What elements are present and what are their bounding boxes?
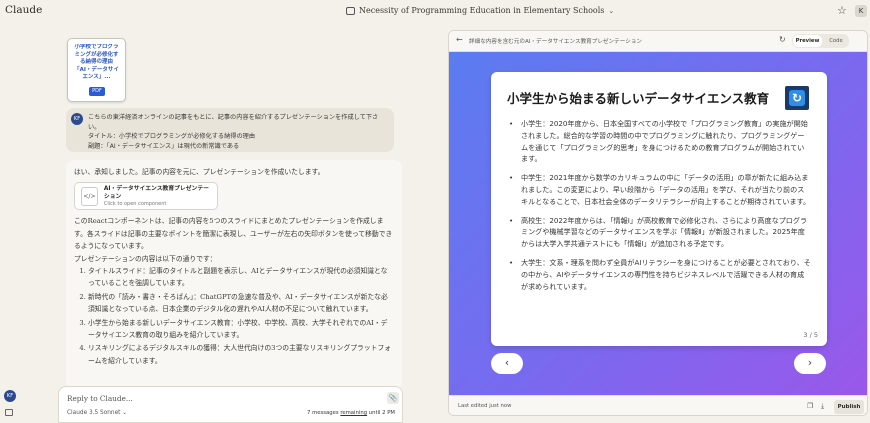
user-avatar[interactable]: KF xyxy=(4,390,16,402)
tab-code[interactable]: Code xyxy=(824,35,848,47)
app-logo[interactable]: Claude xyxy=(5,4,42,16)
reply-input[interactable]: Reply to Claude... 📎 Claude 3.5 Sonnet ⌄… xyxy=(58,386,403,423)
assistant-list: タイトルスライド：記事のタイトルと副題を表示し、AIとデータサイエンスが現代の必… xyxy=(74,265,394,367)
artifact-title: AI・データサイエンス教育プレゼンテーション xyxy=(103,185,209,200)
limit-prefix: 7 messages xyxy=(307,410,341,416)
slide-bullets: 小学生：2020年度から、日本全国すべての小学校で「プログラミング教育」の実施が… xyxy=(507,118,811,292)
last-edited: Last edited just now xyxy=(458,403,512,409)
attachment-card[interactable]: 小学校でプログラミングが必修化する納得の理由「AI・データサイエンス」... P… xyxy=(67,38,126,102)
refresh-icon[interactable]: ↻ xyxy=(779,35,786,44)
limit-link[interactable]: remaining xyxy=(340,410,367,416)
artifact-subtitle: Click to open component xyxy=(103,200,167,207)
user-message-line: こちらの東洋経済オンラインの記事をもとに、記事の内容を紹介するプレゼンテーション… xyxy=(88,114,379,131)
reply-placeholder: Reply to Claude... xyxy=(67,394,133,403)
star-icon[interactable]: ☆ xyxy=(837,4,847,17)
pdf-badge: PDF xyxy=(89,87,105,96)
artifact-header: ← 詳細な内容を含む元のAI・データサイエンス教育プレゼンテーション ↻ Pre… xyxy=(449,31,867,52)
slide-page-number: 3 / 5 xyxy=(803,331,818,339)
artifact-open-button[interactable]: </> AI・データサイエンス教育プレゼンテーション Click to open… xyxy=(74,182,218,211)
paperclip-icon[interactable]: 📎 xyxy=(387,392,399,404)
assistant-paragraph: プレゼンテーションの内容は以下の通りです： xyxy=(74,254,217,263)
chat-icon xyxy=(346,6,355,15)
slide-bullet: 中学生：2021年度から数学のカリキュラムの中に「データの活用」の章が新たに組み… xyxy=(507,172,811,207)
prev-slide-button[interactable]: ‹ xyxy=(491,353,523,374)
message-limit: 7 messages remaining until 2 PM xyxy=(307,410,395,416)
artifact-footer: Last edited just now ❐ ⤓ Publish xyxy=(449,395,867,415)
assistant-intro: はい、承知しました。記事の内容を元に、プレゼンテーションを作成いたします。 xyxy=(74,168,325,176)
chevron-down-icon: ⌄ xyxy=(608,6,615,15)
list-item: リスキリングによるデジタルスキルの獲得：大人世代向けの3つの主要なリスキリングプ… xyxy=(88,342,394,367)
copy-icon[interactable]: ❐ xyxy=(807,402,813,410)
assistant-paragraph: このReactコンポーネントは、記事の内容を5つのスライドにまとめたプレゼンテー… xyxy=(74,217,393,251)
model-selector[interactable]: Claude 3.5 Sonnet ⌄ xyxy=(67,410,127,416)
slide-stage: 小学生から始まる新しいデータサイエンス教育 ↻ 小学生：2020年度から、日本全… xyxy=(449,52,867,395)
artifact-panel: ← 詳細な内容を含む元のAI・データサイエンス教育プレゼンテーション ↻ Pre… xyxy=(448,30,868,416)
user-message-line: タイトル：小学校でプログラミングが必修化する納得の理由 xyxy=(88,133,256,140)
chevron-down-icon: ⌄ xyxy=(122,410,128,416)
conversation-title-text: Necessity of Programming Education in El… xyxy=(359,6,605,15)
top-bar: Claude Necessity of Programming Educatio… xyxy=(0,0,870,24)
slide-bullet: 小学生：2020年度から、日本全国すべての小学校で「プログラミング教育」の実施が… xyxy=(507,118,811,165)
limit-suffix: until 2 PM xyxy=(367,410,395,416)
user-message-line: 副題：「AI・データサイエンス」は現代の新常識である xyxy=(88,142,240,150)
slide-bullet: 高校生：2022年度からは、「情報Ⅰ」が高校教育で必修化され、さらにより高度なプ… xyxy=(507,215,811,250)
user-message: KF こちらの東洋経済オンラインの記事をもとに、記事の内容を紹介するプレゼンテー… xyxy=(66,108,394,152)
slide-card: 小学生から始まる新しいデータサイエンス教育 ↻ 小学生：2020年度から、日本全… xyxy=(491,72,827,346)
artifact-panel-title: 詳細な内容を含む元のAI・データサイエンス教育プレゼンテーション xyxy=(469,39,643,45)
download-icon[interactable]: ⤓ xyxy=(821,402,824,411)
slide-bullet: 大学生：文系・理系を問わず全員がAIリテラシーを身につけることが必要とされており… xyxy=(507,257,811,292)
assistant-message: はい、承知しました。記事の内容を元に、プレゼンテーションを作成いたします。 </… xyxy=(66,160,402,390)
conversation-title[interactable]: Necessity of Programming Education in El… xyxy=(346,6,614,15)
refresh-logo-icon: ↻ xyxy=(785,86,809,110)
list-item: 小学生から始まる新しいデータサイエンス教育：小学校、中学校、高校、大学それぞれで… xyxy=(88,317,394,342)
publish-button[interactable]: Publish xyxy=(834,400,864,414)
slide-title: 小学生から始まる新しいデータサイエンス教育 xyxy=(507,91,770,106)
list-item: タイトルスライド：記事のタイトルと副題を表示し、AIとデータサイエンスが現代の必… xyxy=(88,265,394,290)
user-menu-button[interactable]: K xyxy=(855,5,867,17)
next-slide-button[interactable]: › xyxy=(794,353,826,374)
code-icon: </> xyxy=(81,186,98,206)
sidebar-toggle-icon[interactable] xyxy=(5,409,13,416)
avatar: KF xyxy=(71,113,83,125)
tab-preview[interactable]: Preview xyxy=(793,35,822,47)
view-toggle: Preview Code xyxy=(792,34,849,48)
attachment-title: 小学校でプログラミングが必修化する納得の理由「AI・データサイエンス」... xyxy=(74,44,119,80)
model-name: Claude 3.5 Sonnet xyxy=(67,410,121,416)
list-item: 新時代の「読み・書き・そろばん」：ChatGPTの急速な普及や、AI・データサイ… xyxy=(88,291,394,316)
back-arrow-icon[interactable]: ← xyxy=(456,35,463,44)
